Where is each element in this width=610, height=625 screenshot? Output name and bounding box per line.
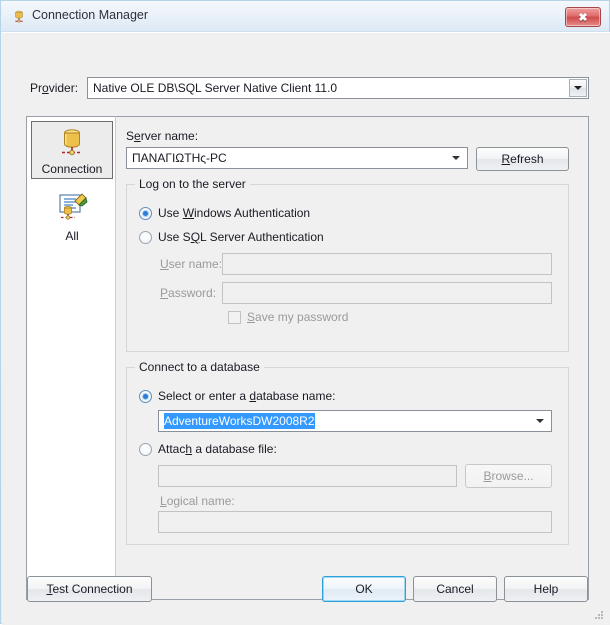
- close-icon: ✖: [578, 11, 588, 24]
- test-connection-button[interactable]: Test Connection: [27, 576, 152, 602]
- logon-group-title: Log on to the server: [135, 177, 250, 191]
- refresh-button[interactable]: Refresh: [476, 147, 569, 171]
- username-field[interactable]: [222, 253, 552, 275]
- logon-group: Log on to the server Use Windows Authent…: [126, 177, 569, 352]
- radio-label: Attach a database file:: [158, 442, 277, 456]
- logical-name-label: Logical name:: [160, 494, 235, 508]
- ok-button[interactable]: OK: [322, 576, 406, 602]
- server-name-label: Server name:: [126, 129, 199, 143]
- database-cylinder-icon: [62, 129, 82, 156]
- radio-indicator: [139, 443, 152, 456]
- radio-indicator: [139, 231, 152, 244]
- database-name-combobox[interactable]: AdventureWorksDW2008R2: [158, 410, 552, 432]
- server-name-value: ΠΑΝΑΓΙΩΤΗς-PC: [132, 151, 227, 165]
- dialog-body: Provider: Native OLE DB\SQL Server Nativ…: [2, 32, 610, 625]
- help-button[interactable]: Help: [504, 576, 588, 602]
- close-button[interactable]: ✖: [565, 7, 601, 27]
- sidebar-item-label: Connection: [41, 162, 103, 176]
- resize-grip-icon[interactable]: [593, 609, 605, 621]
- provider-label: Provider:: [30, 81, 79, 95]
- cancel-button[interactable]: Cancel: [413, 576, 497, 602]
- attach-file-path-field[interactable]: [158, 465, 457, 487]
- sidebar-item-label: All: [65, 229, 79, 243]
- sidebar-item-all[interactable]: All: [31, 187, 113, 245]
- database-name-value: AdventureWorksDW2008R2: [164, 413, 315, 429]
- title-bar: Connection Manager ✖: [1, 1, 609, 32]
- logical-name-field[interactable]: [158, 511, 552, 533]
- chevron-down-icon[interactable]: [449, 151, 463, 165]
- password-label: Password:: [160, 286, 217, 300]
- chevron-down-icon[interactable]: [569, 79, 587, 97]
- radio-label: Select or enter a database name:: [158, 389, 336, 403]
- properties-page-icon: [59, 193, 88, 220]
- window-title: Connection Manager: [32, 8, 149, 22]
- database-group-title: Connect to a database: [135, 360, 264, 374]
- radio-label: Use Windows Authentication: [158, 206, 311, 220]
- connection-settings-pane: Server name: ΠΑΝΑΓΙΩΤΗς-PC Refresh Log o…: [116, 116, 589, 600]
- username-label: User name:: [160, 257, 223, 271]
- password-field[interactable]: [222, 282, 552, 304]
- radio-indicator: [139, 390, 152, 403]
- browse-button[interactable]: Browse...: [465, 464, 552, 488]
- database-group: Connect to a database Select or enter a …: [126, 360, 569, 545]
- category-sidebar: Connection All: [26, 116, 116, 600]
- connection-manager-dialog: Connection Manager ✖ Provider: Native OL…: [0, 0, 610, 625]
- provider-value: Native OLE DB\SQL Server Native Client 1…: [93, 81, 338, 95]
- checkbox-label: Save my password: [247, 310, 349, 324]
- server-name-combobox[interactable]: ΠΑΝΑΓΙΩΤΗς-PC: [126, 147, 468, 169]
- checkbox-indicator: [228, 311, 241, 324]
- provider-combobox[interactable]: Native OLE DB\SQL Server Native Client 1…: [87, 77, 589, 99]
- sidebar-item-connection[interactable]: Connection: [31, 121, 113, 179]
- radio-indicator: [139, 207, 152, 220]
- database-cylinder-icon: [15, 10, 23, 23]
- chevron-down-icon[interactable]: [533, 414, 547, 428]
- radio-label: Use SQL Server Authentication: [158, 230, 324, 244]
